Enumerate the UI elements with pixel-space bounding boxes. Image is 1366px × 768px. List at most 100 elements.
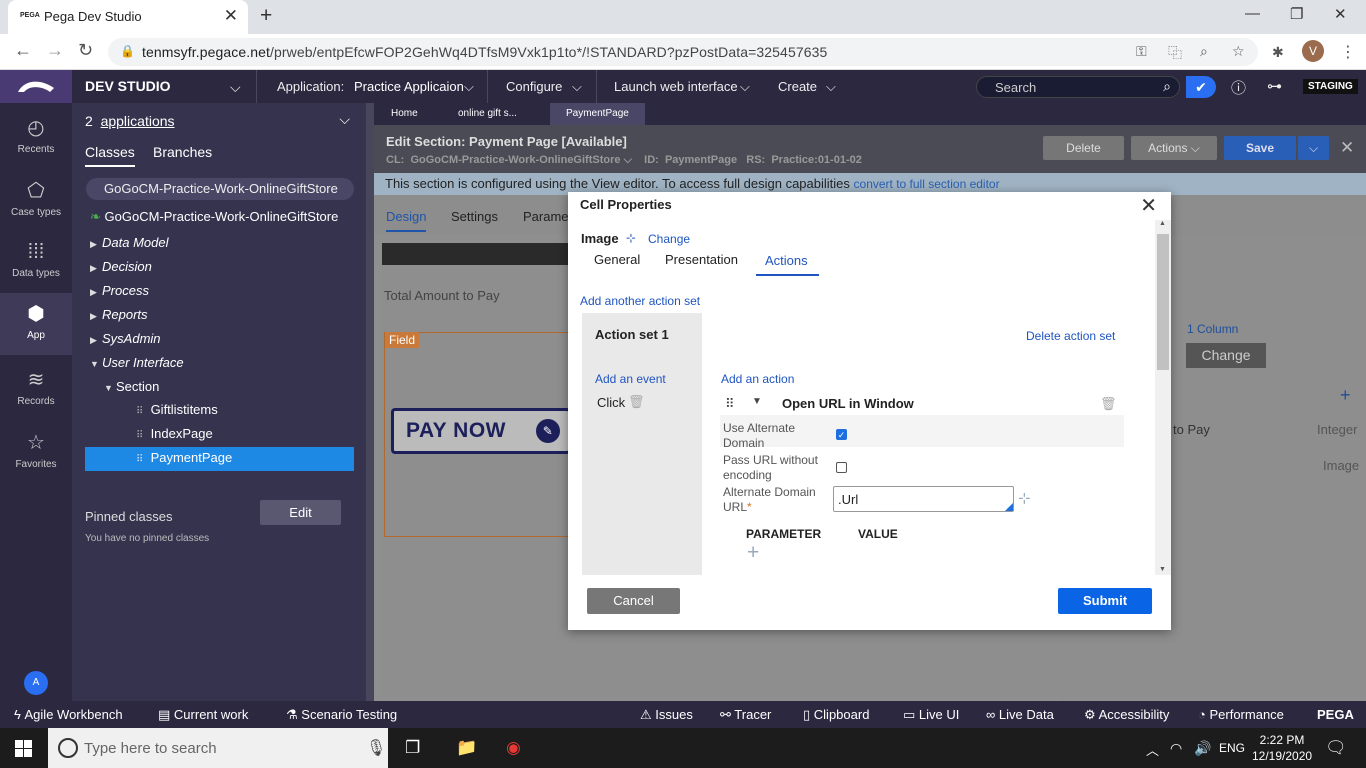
tab-settings[interactable]: Settings [451, 209, 498, 224]
chevron-down-icon[interactable]: ⌵ [624, 154, 632, 166]
pass-url-checkbox[interactable] [836, 462, 847, 473]
menu-kebab-icon[interactable]: ⋮ [1340, 42, 1356, 62]
browser-tab[interactable]: PEGA Pega Dev Studio ✕ [8, 0, 248, 34]
key-icon[interactable]: ⚿ [1136, 43, 1147, 60]
alternate-domain-url-input[interactable]: .Url [833, 486, 1014, 512]
performance-button[interactable]: ◔ Performance [1198, 707, 1284, 722]
forward-icon[interactable]: → [46, 40, 64, 61]
tree-item-indexpage[interactable]: ⠿ IndexPage [136, 426, 213, 441]
delete-button[interactable]: Delete [1043, 136, 1124, 160]
create-menu[interactable]: Create [778, 79, 817, 94]
application-chevron-icon[interactable]: ⌵ [464, 79, 474, 95]
notifications-icon[interactable]: 🗨 [1325, 738, 1347, 758]
close-dialog-icon[interactable]: ✕ [1140, 193, 1157, 218]
work-tab-home[interactable]: Home [379, 103, 430, 125]
delete-action-set-link[interactable]: Delete action set [1026, 329, 1115, 343]
reload-icon[interactable]: ↻ [78, 40, 93, 61]
current-work-button[interactable]: ▤ Current work [158, 707, 248, 723]
add-field-icon[interactable]: + [1340, 385, 1351, 406]
tray-chevron-icon[interactable]: ︿ [1146, 740, 1159, 759]
add-action-set-link[interactable]: Add another action set [580, 294, 700, 308]
applications-link[interactable]: applications [101, 113, 175, 129]
new-tab-icon[interactable]: + [260, 4, 272, 28]
add-parameter-icon[interactable]: + [747, 541, 759, 565]
scroll-down-icon[interactable]: ▼ [1159, 566, 1166, 573]
volume-icon[interactable]: 🔊 [1194, 740, 1211, 757]
event-click[interactable]: Click [597, 395, 625, 410]
convert-editor-link[interactable]: convert to full section editor [854, 177, 1000, 191]
rail-item-data-types[interactable]: ⁞⁞⁞ Data types [0, 237, 72, 293]
wifi-icon[interactable]: ◠ [1170, 740, 1182, 757]
scroll-thumb[interactable] [1157, 234, 1169, 370]
tab-presentation[interactable]: Presentation [665, 252, 738, 267]
change-layout-button[interactable]: Change [1186, 343, 1266, 368]
delete-event-icon[interactable]: 🗑 [628, 394, 645, 410]
tab-classes[interactable]: Classes [85, 144, 135, 167]
tab-general[interactable]: General [594, 252, 640, 267]
crosshair-icon[interactable]: ⊹ [626, 231, 636, 245]
restore-icon[interactable]: ❐ [1290, 5, 1303, 23]
tree-item-paymentpage[interactable]: ⠿ PaymentPage [136, 450, 232, 465]
caret-down-icon[interactable]: ▼ [752, 396, 762, 407]
search-input[interactable]: Search ⌕ [976, 76, 1180, 98]
help-icon[interactable]: ⓘ [1231, 77, 1246, 98]
file-explorer-icon[interactable]: 📁 [456, 738, 477, 758]
cancel-button[interactable]: Cancel [587, 588, 680, 614]
panel-splitter[interactable] [366, 103, 374, 701]
tree-item-decision[interactable]: ▶ Decision [90, 259, 152, 274]
cl-value[interactable]: GoGoCM-Practice-Work-OnlineGiftStore [410, 154, 620, 166]
work-tab-paymentpage[interactable]: PaymentPage [550, 103, 645, 125]
tab-actions[interactable]: Actions [756, 253, 819, 276]
taskbar-clock[interactable]: 2:22 PM 12/19/2020 [1252, 732, 1312, 764]
delete-action-icon[interactable]: 🗑 [1100, 396, 1117, 412]
studio-dropdown-icon[interactable]: ⌵ [230, 79, 241, 96]
back-icon[interactable]: ← [14, 40, 32, 61]
rail-item-favorites[interactable]: ☆ Favorites [0, 426, 72, 482]
star-icon[interactable]: ☆ [1232, 43, 1245, 60]
search-icon[interactable]: ⌕ [1163, 78, 1171, 95]
issues-button[interactable]: ⚠ Issues [640, 707, 693, 723]
pega-logo[interactable] [0, 70, 72, 103]
chevron-down-icon[interactable]: ⌵ [339, 111, 350, 128]
property-picker-icon[interactable]: ⊹ [1018, 489, 1031, 507]
column-link[interactable]: 1 Column [1187, 322, 1238, 336]
tree-item-reports[interactable]: ▶ Reports [90, 307, 148, 322]
translate-icon[interactable]: ⿻ [1168, 43, 1182, 63]
add-action-link[interactable]: Add an action [721, 372, 794, 386]
configure-chevron-icon[interactable]: ⌵ [572, 79, 582, 95]
tab-design[interactable]: Design [386, 209, 427, 232]
extensions-icon[interactable]: ✱ [1272, 44, 1284, 61]
use-alternate-domain-checkbox[interactable]: ✓ [836, 429, 847, 440]
tree-item-data-model[interactable]: ▶ Data Model [90, 235, 168, 250]
change-control-link[interactable]: Change [648, 232, 690, 246]
class-selector[interactable]: GoGoCM-Practice-Work-OnlineGiftStore [86, 178, 354, 200]
chrome-icon[interactable]: ◉ [506, 738, 521, 758]
accessibility-button[interactable]: ⚙ Accessibility [1084, 707, 1169, 723]
rail-item-records[interactable]: ≋ Records [0, 363, 72, 419]
tracer-button[interactable]: ⚯ Tracer [720, 707, 771, 723]
close-tab-icon[interactable]: ✕ [224, 6, 238, 26]
operator-avatar[interactable]: A [24, 671, 48, 695]
clipboard-button[interactable]: ▯ Clipboard [803, 707, 869, 723]
tab-parameters[interactable]: Parame [523, 209, 569, 224]
class-root[interactable]: ❧ GoGoCM-Practice-Work-OnlineGiftStore [90, 209, 338, 225]
tree-item-sysadmin[interactable]: ▶ SysAdmin [90, 331, 161, 346]
scenario-testing-button[interactable]: ⚗ Scenario Testing [286, 707, 397, 723]
applications-header[interactable]: 2 applications [85, 113, 175, 129]
rail-item-case-types[interactable]: ⬠ Case types [0, 174, 72, 230]
save-button[interactable]: Save [1224, 136, 1296, 160]
profile-avatar[interactable]: V [1302, 40, 1324, 62]
launch-chevron-icon[interactable]: ⌵ [740, 79, 750, 95]
windows-start-icon[interactable] [15, 740, 32, 757]
drag-handle-icon[interactable]: ⠿ [725, 396, 735, 412]
field-cell[interactable]: Field PAY NOW ✎ [384, 332, 574, 537]
taskbar-search-input[interactable]: Type here to search 🎙 [48, 728, 388, 768]
microphone-icon[interactable]: 🎙 [366, 738, 386, 758]
tree-item-giftlistitems[interactable]: ⠿ Giftlistitems [136, 402, 218, 417]
dialog-scrollbar[interactable]: ▲ ▼ [1155, 220, 1171, 575]
add-event-link[interactable]: Add an event [595, 372, 666, 386]
scroll-up-icon[interactable]: ▲ [1159, 220, 1166, 227]
submit-button[interactable]: Submit [1058, 588, 1152, 614]
create-chevron-icon[interactable]: ⌵ [826, 79, 836, 95]
close-window-icon[interactable]: ✕ [1334, 5, 1347, 23]
